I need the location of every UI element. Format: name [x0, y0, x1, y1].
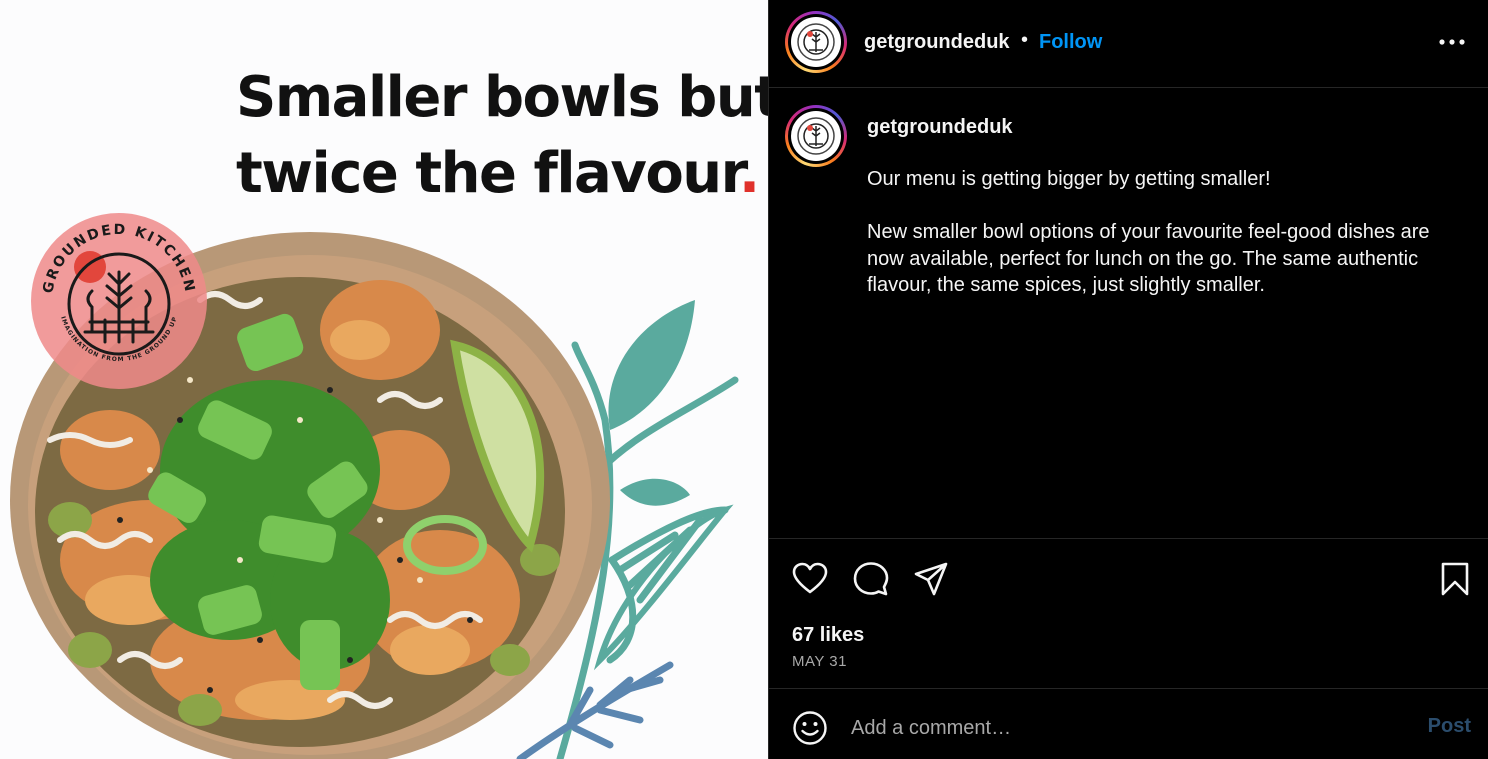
- headline: Smaller bowls but twice the flavour.: [236, 60, 768, 212]
- leaf-shape: [620, 478, 690, 506]
- caption-username[interactable]: getgroundeduk: [867, 116, 1013, 139]
- headline-dot: .: [738, 141, 760, 206]
- post-side-panel: getgroundeduk • Follow getgroundeduk Our…: [768, 0, 1488, 759]
- headline-line-1: Smaller bowls but: [236, 65, 768, 130]
- caption-paragraph: Our menu is getting bigger by getting sm…: [867, 168, 1271, 190]
- comment-input[interactable]: [851, 709, 1411, 747]
- headline-line-2-text: twice the flavour: [236, 141, 740, 206]
- post-comment-button[interactable]: Post: [1428, 715, 1471, 738]
- avatar[interactable]: [785, 11, 847, 73]
- comment-icon[interactable]: [853, 561, 889, 597]
- logo-icon: [797, 117, 835, 155]
- grounded-kitchen-seal: GROUNDED KITCHEN IMAGINATION FROM THE GR…: [31, 213, 207, 389]
- follow-button[interactable]: Follow: [1039, 31, 1102, 54]
- share-icon[interactable]: [913, 561, 949, 597]
- post-date[interactable]: MAY 31: [792, 653, 847, 670]
- caption-paragraph: New smaller bowl options of your favouri…: [867, 221, 1430, 296]
- actions-section: 67 likes MAY 31: [769, 538, 1488, 689]
- emoji-icon[interactable]: [792, 710, 828, 746]
- logo-icon: [797, 23, 835, 61]
- bookmark-icon[interactable]: [1437, 561, 1473, 597]
- caption-area: getgroundeduk Our menu is getting bigger…: [769, 88, 1488, 538]
- likes-count[interactable]: 67 likes: [792, 624, 864, 647]
- heart-icon[interactable]: [792, 561, 828, 597]
- caption-avatar[interactable]: [785, 105, 847, 167]
- post-image[interactable]: Smaller bowls but twice the flavour. GRO…: [0, 0, 768, 759]
- comment-bar: Post: [769, 689, 1488, 759]
- header-username[interactable]: getgroundeduk: [864, 31, 1010, 54]
- separator-dot: •: [1021, 29, 1029, 51]
- headline-line-2: twice the flavour.: [236, 136, 760, 212]
- caption-text: Our menu is getting bigger by getting sm…: [867, 166, 1467, 325]
- blue-sprig: [516, 661, 674, 759]
- more-options-icon[interactable]: [1438, 30, 1466, 54]
- post-header: getgroundeduk • Follow: [769, 0, 1488, 88]
